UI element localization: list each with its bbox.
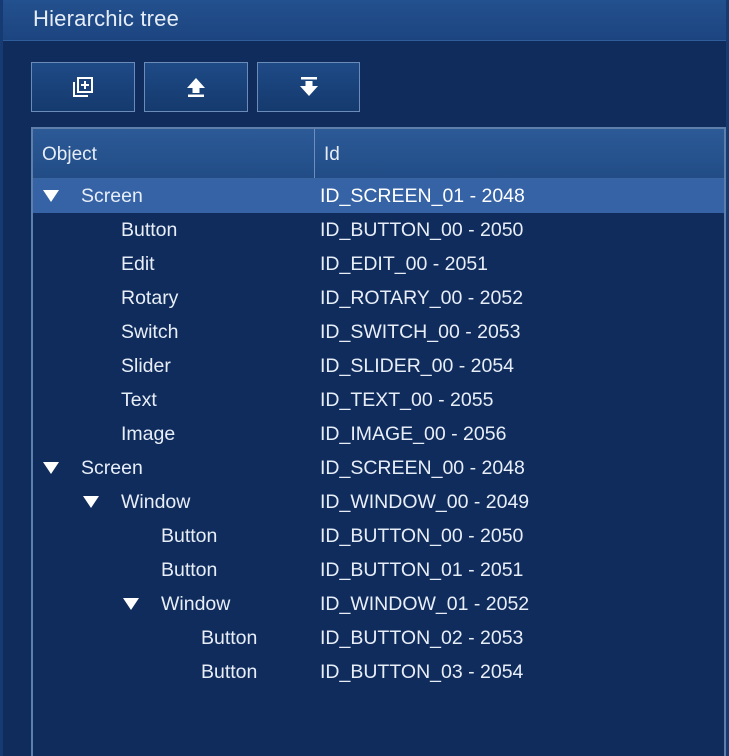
tree-row-id: ID_EDIT_00 - 2051 — [320, 253, 489, 275]
tree-row[interactable]: Screen ID_SCREEN_00 - 2048 — [33, 451, 724, 485]
hierarchic-tree-panel: Hierarchic tree Object Id Screen ID_SCRE… — [0, 0, 729, 756]
panel-title: Hierarchic tree — [33, 6, 180, 31]
tree-row[interactable]: Edit ID_EDIT_00 - 2051 — [33, 247, 724, 281]
expand-triangle-icon[interactable] — [121, 587, 141, 621]
tree-rows: Screen ID_SCREEN_01 - 2048 Button ID_BUTTON… — [33, 179, 724, 689]
move-up-button[interactable] — [144, 62, 248, 112]
tree-row-object: Button — [201, 627, 258, 649]
tree-row-object: Slider — [121, 355, 171, 377]
tree-row-object: Button — [201, 661, 258, 683]
arrow-down-to-line-icon — [299, 77, 318, 96]
tree-row[interactable]: Rotary ID_ROTARY_00 - 2052 — [33, 281, 724, 315]
tree-row[interactable]: Slider ID_SLIDER_00 - 2054 — [33, 349, 724, 383]
tree-row-object: Screen — [81, 185, 143, 207]
tree-row-id: ID_BUTTON_01 - 2051 — [320, 559, 524, 581]
tree-row-id: ID_WINDOW_00 - 2049 — [320, 491, 530, 513]
tree-row-id: ID_BUTTON_02 - 2053 — [320, 627, 524, 649]
tree-row[interactable]: Text ID_TEXT_00 - 2055 — [33, 383, 724, 417]
tree-row-object: Button — [121, 219, 178, 241]
tree-row-id: ID_SCREEN_01 - 2048 — [320, 185, 525, 207]
expand-triangle-icon[interactable] — [81, 485, 101, 519]
panel-title-bar: Hierarchic tree — [3, 0, 726, 41]
column-header-id[interactable]: Id — [324, 129, 340, 178]
move-down-button[interactable] — [257, 62, 360, 112]
tree-row[interactable]: Button ID_BUTTON_03 - 2054 — [33, 655, 724, 689]
tree-row-id: ID_BUTTON_03 - 2054 — [320, 661, 524, 683]
column-header-object[interactable]: Object — [42, 129, 97, 178]
tree-row-object: Window — [161, 593, 231, 615]
tree-row-id: ID_ROTARY_00 - 2052 — [320, 287, 524, 309]
expand-triangle-icon[interactable] — [41, 179, 61, 213]
tree-row[interactable]: Window ID_WINDOW_01 - 2052 — [33, 587, 724, 621]
tree-row-id: ID_BUTTON_00 - 2050 — [320, 219, 524, 241]
add-copy-icon — [73, 77, 93, 97]
tree-row[interactable]: Button ID_BUTTON_01 - 2051 — [33, 553, 724, 587]
tree-row-object: Button — [161, 525, 218, 547]
tree-row-object: Edit — [121, 253, 155, 275]
tree-row-object: Rotary — [121, 287, 179, 309]
arrow-up-icon — [187, 78, 205, 97]
tree-row-object: Button — [161, 559, 218, 581]
tree-row[interactable]: Screen ID_SCREEN_01 - 2048 — [33, 179, 724, 213]
tree-row[interactable]: Image ID_IMAGE_00 - 2056 — [33, 417, 724, 451]
tree-row-id: ID_SLIDER_00 - 2054 — [320, 355, 515, 377]
tree-row-object: Window — [121, 491, 191, 513]
tree-toolbar — [31, 62, 360, 114]
tree-row-id: ID_TEXT_00 - 2055 — [320, 389, 494, 411]
add-child-button[interactable] — [31, 62, 135, 112]
tree-row-object: Switch — [121, 321, 179, 343]
tree-view[interactable]: Object Id Screen ID_SCREEN_01 - 2048 Butto… — [31, 127, 726, 756]
tree-row-id: ID_IMAGE_00 - 2056 — [320, 423, 507, 445]
column-resize-handle[interactable] — [314, 129, 315, 178]
tree-row-object: Text — [121, 389, 157, 411]
tree-row[interactable]: Button ID_BUTTON_00 - 2050 — [33, 213, 724, 247]
tree-row[interactable]: Button ID_BUTTON_00 - 2050 — [33, 519, 724, 553]
expand-triangle-icon[interactable] — [41, 451, 61, 485]
tree-row[interactable]: Button ID_BUTTON_02 - 2053 — [33, 621, 724, 655]
tree-row[interactable]: Window ID_WINDOW_00 - 2049 — [33, 485, 724, 519]
tree-row-object: Image — [121, 423, 176, 445]
tree-row-id: ID_WINDOW_01 - 2052 — [320, 593, 530, 615]
tree-row-id: ID_SWITCH_00 - 2053 — [320, 321, 521, 343]
tree-header: Object Id — [33, 129, 724, 179]
tree-row-id: ID_BUTTON_00 - 2050 — [320, 525, 524, 547]
tree-row-object: Screen — [81, 457, 143, 479]
tree-row-id: ID_SCREEN_00 - 2048 — [320, 457, 525, 479]
tree-row[interactable]: Switch ID_SWITCH_00 - 2053 — [33, 315, 724, 349]
